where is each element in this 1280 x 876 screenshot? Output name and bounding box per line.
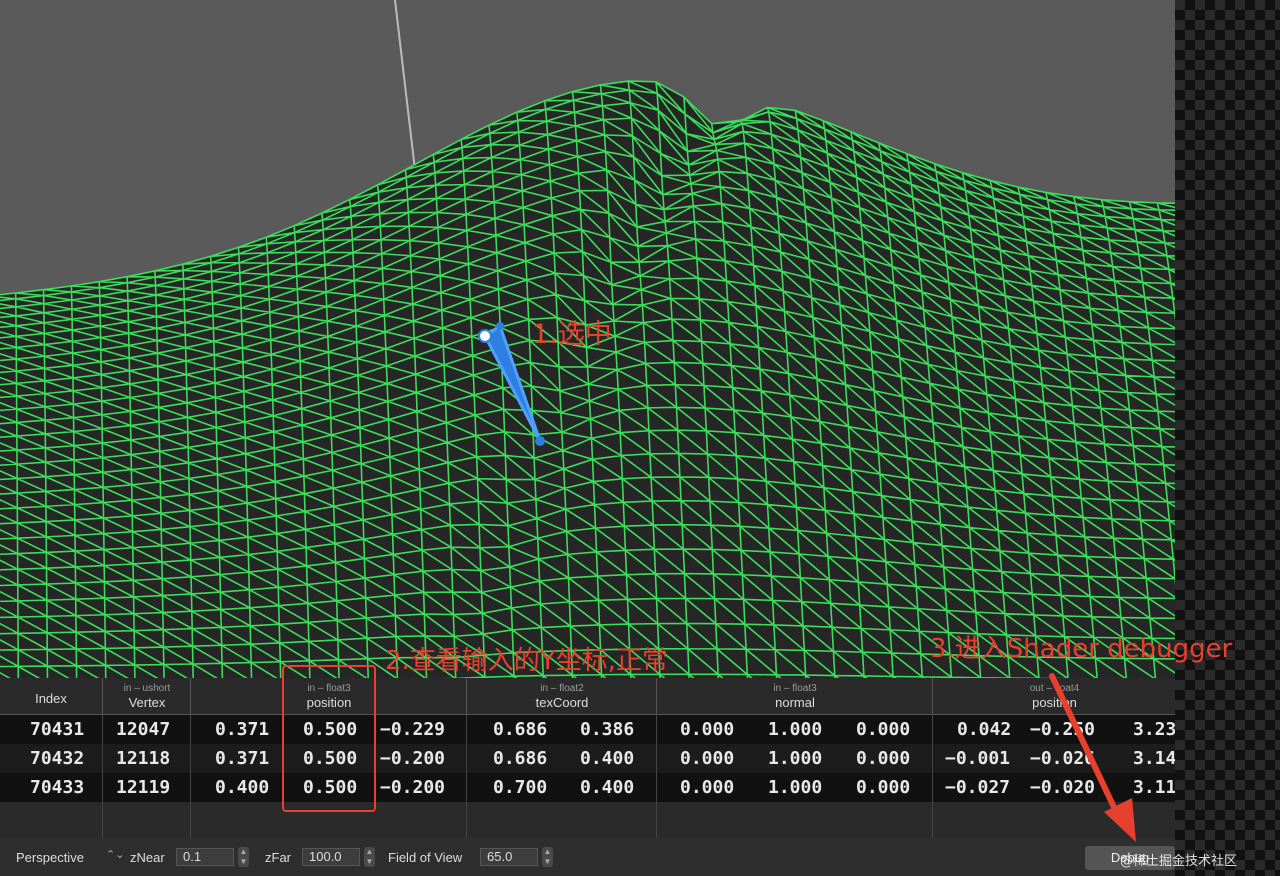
checker-background — [1175, 0, 1280, 876]
zfar-stepper[interactable]: ▲ ▼ — [364, 847, 375, 867]
table-row[interactable]: 70431 12047 0.371 0.500 −0.229 0.686 0.3… — [0, 715, 1175, 744]
fov-field[interactable]: 65.0 — [480, 848, 538, 866]
header-vertex[interactable]: in – ushort Vertex — [102, 678, 191, 714]
zfar-label: zFar — [265, 850, 291, 865]
zfar-field[interactable]: 100.0 — [302, 848, 360, 866]
header-texcoord[interactable]: in – float2 texCoord — [466, 678, 657, 714]
znear-field[interactable]: 0.1 — [176, 848, 234, 866]
watermark: @稀土掘金技术社区 — [1120, 854, 1238, 869]
znear-label: zNear — [130, 850, 165, 865]
vertex-attribute-table[interactable]: Index in – ushort Vertex in – float3 pos… — [0, 678, 1175, 838]
chevron-updown-icon[interactable]: ⌃⌄ — [106, 848, 124, 861]
camera-line — [394, 0, 416, 171]
annotation-step2: 2.查看输入的Y坐标,正常 — [385, 646, 668, 676]
header-index[interactable]: Index — [0, 678, 102, 714]
header-normal[interactable]: in – float3 normal — [656, 678, 933, 714]
table-row[interactable]: 70433 12119 0.400 0.500 −0.200 0.700 0.4… — [0, 773, 1175, 802]
projection-select[interactable]: Perspective — [16, 850, 84, 865]
fov-label: Field of View — [388, 850, 463, 865]
annotation-step3: 3.进入Shader debugger — [930, 634, 1233, 664]
znear-stepper[interactable]: ▲ ▼ — [238, 847, 249, 867]
arrow-icon — [1049, 673, 1136, 842]
table-row[interactable]: 70432 12118 0.371 0.500 −0.200 0.686 0.4… — [0, 744, 1175, 773]
projection-toolbar: Perspective ⌃⌄ zNear 0.1 ▲ ▼ zFar 100.0 ▲… — [0, 838, 1175, 876]
highlight-box — [282, 665, 376, 812]
fov-stepper[interactable]: ▲ ▼ — [542, 847, 553, 867]
annotation-step1: 1.选中 — [532, 319, 612, 350]
